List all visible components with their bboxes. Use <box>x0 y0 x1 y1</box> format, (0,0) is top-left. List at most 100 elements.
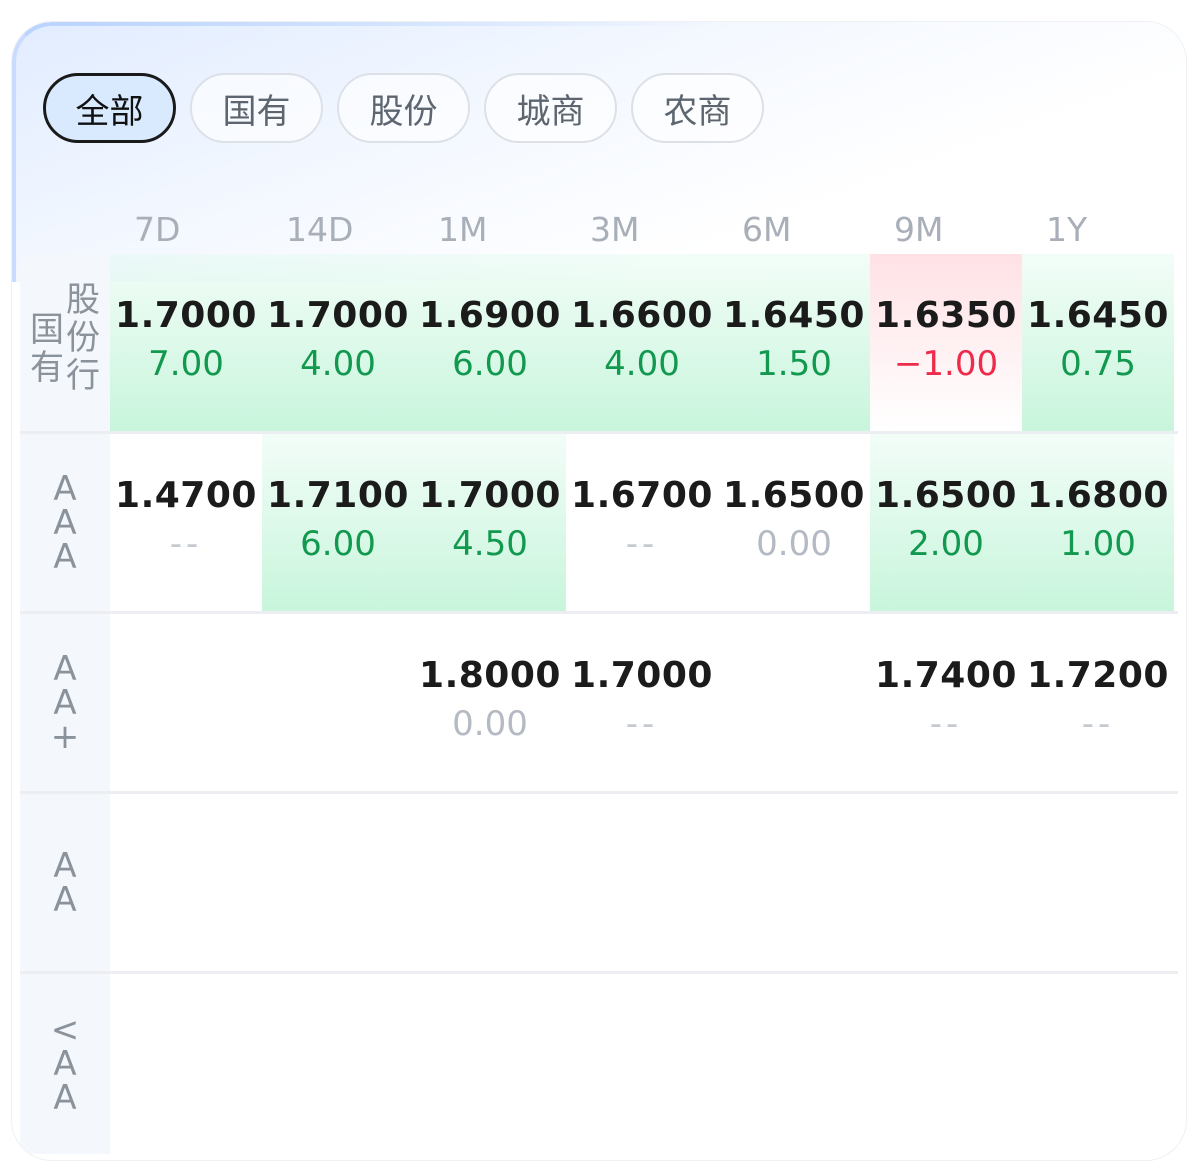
rate-change: 0.75 <box>1060 344 1136 384</box>
table-row: A A + 1.8000 0.00 1.7000 -- 1.7400 -- 1.7200 -- <box>20 614 1178 794</box>
row-label-char: A <box>53 1078 77 1118</box>
row-label-char: < <box>50 1010 80 1050</box>
rate-cell[interactable]: 1.7100 6.00 <box>262 434 414 611</box>
row-label-char: A <box>53 879 77 920</box>
row-label: A A + <box>20 614 110 791</box>
rate-cell[interactable]: 1.7200 -- <box>1022 614 1174 791</box>
rate-cell <box>414 794 566 971</box>
rate-cell[interactable]: 1.4700 -- <box>110 434 262 611</box>
rate-value: 1.6450 <box>1027 295 1169 336</box>
tab-all[interactable]: 全部 <box>43 73 176 143</box>
rate-cell <box>566 974 718 1154</box>
rate-value: 1.7200 <box>1027 655 1169 696</box>
tenor-header-6m: 6M <box>742 210 792 249</box>
tab-city-commercial[interactable]: 城商 <box>484 73 617 143</box>
rate-change: 1.00 <box>1060 524 1136 564</box>
rate-cell[interactable]: 1.6350 −1.00 <box>870 254 1022 431</box>
rate-cell[interactable]: 1.6900 6.00 <box>414 254 566 431</box>
rate-cell <box>718 614 870 791</box>
tenor-header-9m: 9M <box>894 210 944 249</box>
rate-cell <box>718 794 870 971</box>
row-label-column: 国有 <box>30 311 64 387</box>
rate-change: -- <box>929 704 963 744</box>
rate-cell <box>262 974 414 1154</box>
row-label-char: A <box>53 468 77 509</box>
row-label-char: 国 <box>30 309 64 350</box>
rate-value: 1.7400 <box>875 655 1017 696</box>
row-label: 国有股份行 <box>20 254 110 431</box>
tab-state-owned[interactable]: 国有 <box>190 73 323 143</box>
rate-value: 1.7000 <box>115 295 257 336</box>
rate-change: -- <box>625 524 659 564</box>
rate-value: 1.7000 <box>571 655 713 696</box>
rate-change: 4.50 <box>452 524 528 564</box>
rate-change: 7.00 <box>148 344 224 384</box>
rate-change: 2.00 <box>908 524 984 564</box>
rate-value: 1.6350 <box>875 295 1017 336</box>
rate-cell <box>1022 794 1174 971</box>
rate-change: 6.00 <box>452 344 528 384</box>
rate-cell <box>110 614 262 791</box>
rate-value: 1.4700 <box>115 475 257 516</box>
rate-cell[interactable]: 1.6500 2.00 <box>870 434 1022 611</box>
rate-cell[interactable]: 1.6500 0.00 <box>718 434 870 611</box>
rate-cell[interactable]: 1.7400 -- <box>870 614 1022 791</box>
rate-change: 4.00 <box>604 344 680 384</box>
tenor-header-row: 7D 14D 1M 3M 6M 9M 1Y <box>110 200 1174 260</box>
row-label-text: AA <box>53 849 76 917</box>
rate-change: -- <box>625 704 659 744</box>
tenor-header-1m: 1M <box>438 210 488 249</box>
rate-cell[interactable]: 1.6600 4.00 <box>566 254 718 431</box>
rate-cell[interactable]: 1.7000 4.00 <box>262 254 414 431</box>
rate-change: 6.00 <box>300 524 376 564</box>
row-label-column: 股份行 <box>66 281 100 395</box>
row-label-char: A <box>53 502 77 543</box>
rate-cell[interactable]: 1.6450 0.75 <box>1022 254 1174 431</box>
row-label-char: 股 <box>66 279 100 320</box>
rate-cell <box>110 974 262 1154</box>
rate-cell[interactable]: 1.6800 1.00 <box>1022 434 1174 611</box>
rate-matrix-card: 全部 国有 股份 城商 农商 7D 14D 1M 3M 6M 9M 1Y 国有股… <box>12 22 1186 1160</box>
rate-cell <box>566 794 718 971</box>
row-label-char: A <box>53 845 77 886</box>
row-label: < A A <box>20 974 110 1154</box>
row-label-char: A <box>53 648 77 689</box>
row-label-text: < A A <box>51 1013 80 1115</box>
rate-cell[interactable]: 1.6450 1.50 <box>718 254 870 431</box>
rate-change: -- <box>169 524 203 564</box>
rate-cell[interactable]: 1.6700 -- <box>566 434 718 611</box>
rate-cell <box>870 974 1022 1154</box>
rate-grid: 国有股份行 1.7000 7.00 1.7000 4.00 1.6900 6.00 1.660… <box>20 254 1178 1154</box>
rate-cell[interactable]: 1.8000 0.00 <box>414 614 566 791</box>
tab-joint-stock[interactable]: 股份 <box>337 73 470 143</box>
rate-value: 1.7000 <box>419 475 561 516</box>
rate-value: 1.6600 <box>571 295 713 336</box>
row-label-text: AAA <box>53 472 76 574</box>
rate-cell <box>1022 974 1174 1154</box>
rate-cell <box>262 614 414 791</box>
row-label: AAA <box>20 434 110 611</box>
rate-cell <box>870 794 1022 971</box>
rate-change: −1.00 <box>893 344 999 384</box>
row-label-char: 行 <box>66 355 100 396</box>
rate-cell <box>718 974 870 1154</box>
row-label-char: 份 <box>66 317 100 358</box>
rate-cell[interactable]: 1.7000 7.00 <box>110 254 262 431</box>
rate-change: 0.00 <box>756 524 832 564</box>
tab-rural-commercial[interactable]: 农商 <box>631 73 764 143</box>
rate-cell[interactable]: 1.7000 -- <box>566 614 718 791</box>
tenor-header-3m: 3M <box>590 210 640 249</box>
rate-value: 1.6450 <box>723 295 865 336</box>
rate-cell[interactable]: 1.7000 4.50 <box>414 434 566 611</box>
rate-value: 1.8000 <box>419 655 561 696</box>
bank-type-tabs: 全部 国有 股份 城商 农商 <box>43 73 764 143</box>
rate-value: 1.7000 <box>267 295 409 336</box>
table-row: < A A <box>20 974 1178 1154</box>
rate-value: 1.6900 <box>419 295 561 336</box>
rate-cell <box>414 974 566 1154</box>
row-label-char: 有 <box>30 347 64 388</box>
table-row: A A A 1.4700 -- 1.7100 6.00 1.7000 4.50 1.6700 -- 1… <box>20 434 1178 614</box>
tenor-header-14d: 14D <box>286 210 354 249</box>
row-label-text: A A + <box>51 652 80 754</box>
rate-value: 1.6800 <box>1027 475 1169 516</box>
